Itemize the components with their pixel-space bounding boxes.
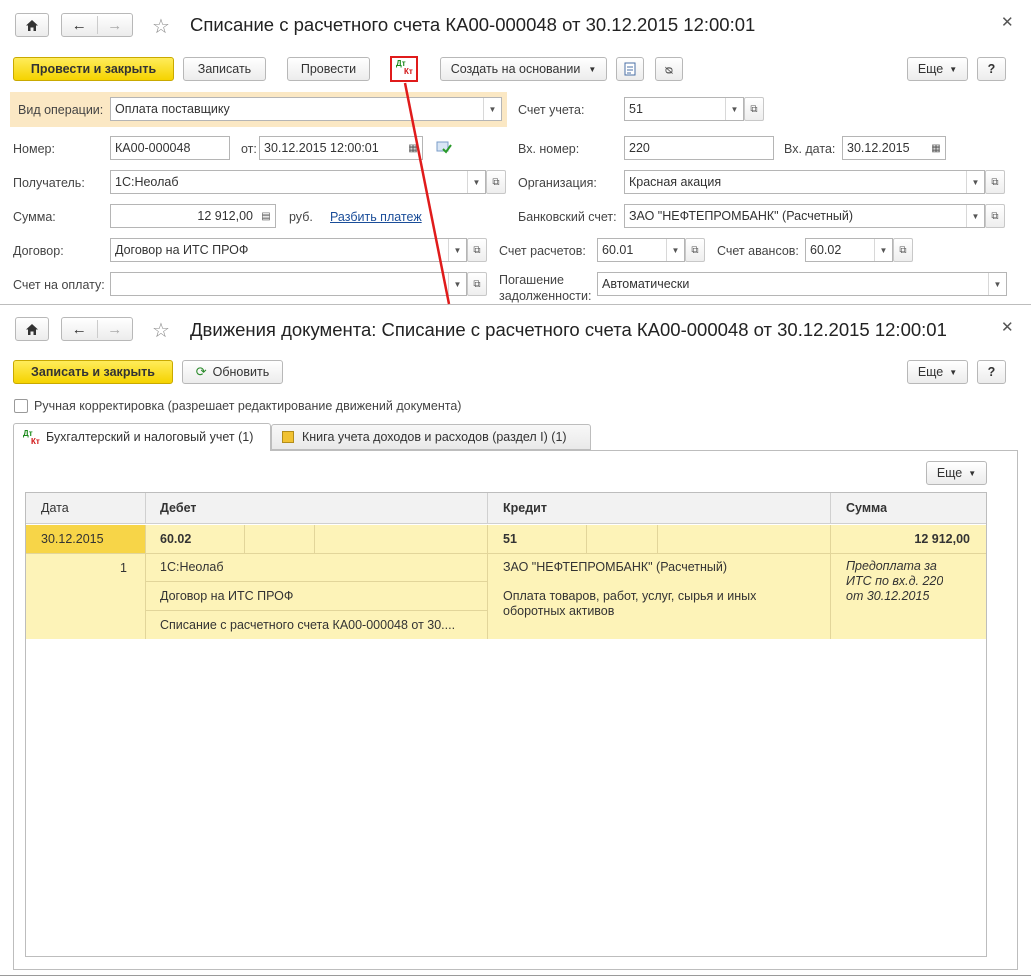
window-bottom-edge: [0, 975, 1031, 976]
annotation-arrow-line: [403, 82, 451, 305]
